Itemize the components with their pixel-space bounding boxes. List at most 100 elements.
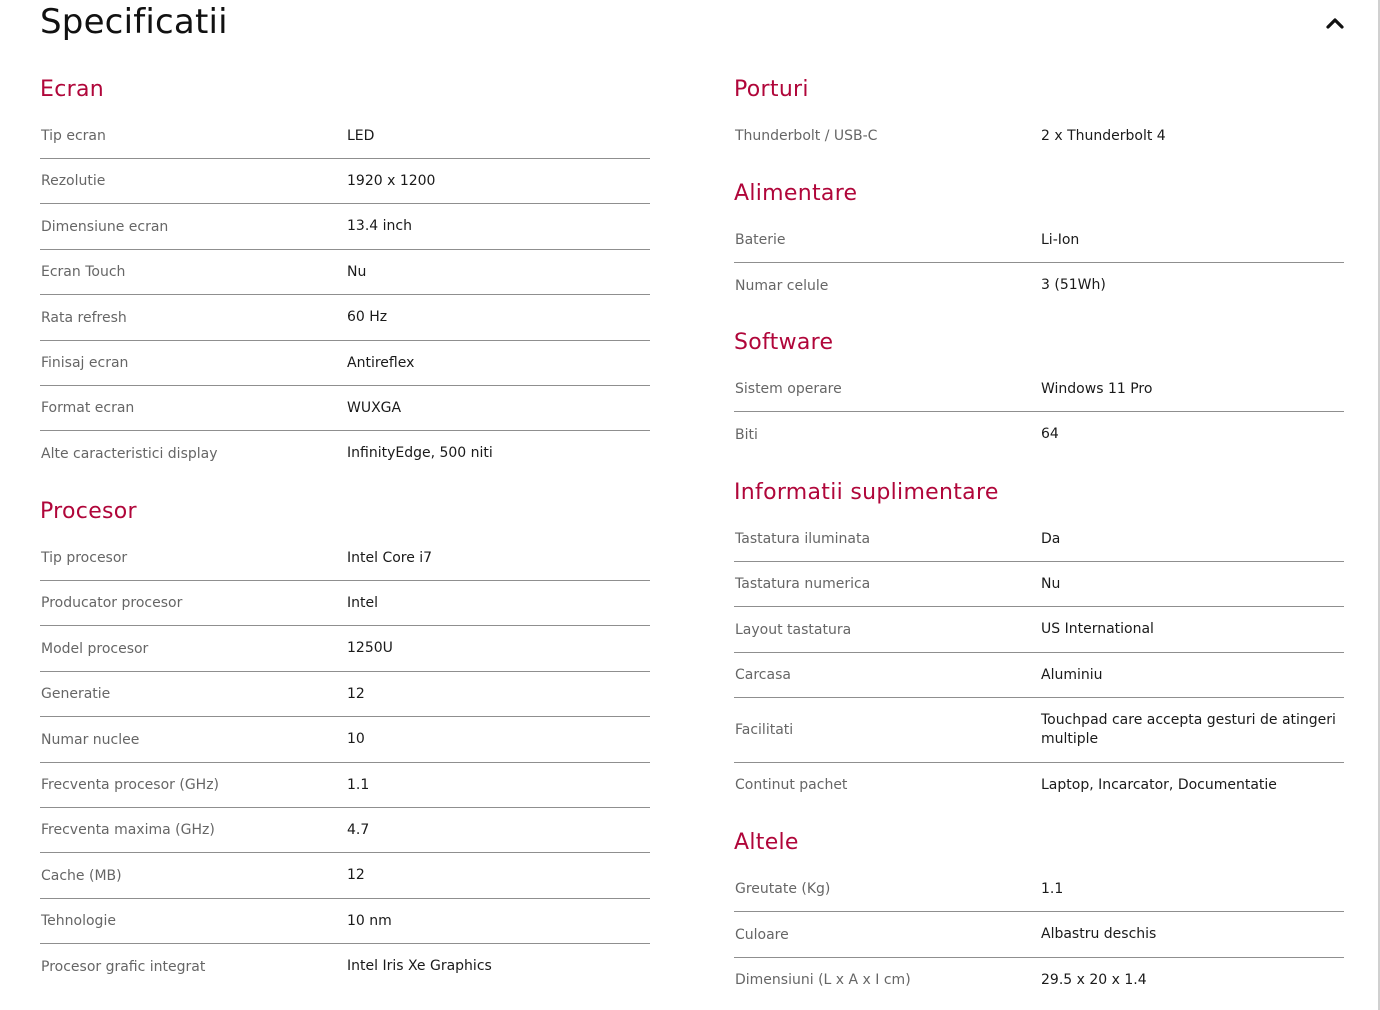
spec-label: Biti bbox=[735, 426, 758, 443]
spec-value: 12 bbox=[347, 867, 365, 883]
spec-label: Frecventa maxima (GHz) bbox=[41, 822, 215, 838]
spec-value: Nu bbox=[1041, 575, 1061, 592]
spec-row: Sistem operare Windows 11 Pro bbox=[734, 367, 1344, 412]
spec-row: Procesor grafic integrat Intel Iris Xe G… bbox=[40, 944, 650, 989]
page-title: Specificatii bbox=[40, 2, 228, 42]
spec-label: Sistem operare bbox=[735, 381, 842, 397]
spec-row: Model procesor 1250U bbox=[40, 626, 650, 672]
spec-label: Rezolutie bbox=[41, 173, 106, 189]
spec-label: Model procesor bbox=[41, 640, 149, 657]
spec-value: Laptop, Incarcator, Documentatie bbox=[1041, 776, 1277, 793]
spec-value: 10 bbox=[347, 731, 365, 747]
spec-value: 1.1 bbox=[1041, 880, 1064, 897]
spec-value: 29.5 x 20 x 1.4 bbox=[1041, 971, 1147, 988]
spec-row: Frecventa procesor (GHz) 1.1 bbox=[40, 763, 650, 808]
spec-value: LED bbox=[347, 127, 375, 144]
spec-label: Layout tastatura bbox=[735, 621, 852, 638]
spec-label: Greutate (Kg) bbox=[735, 881, 831, 897]
spec-value: 13.4 inch bbox=[347, 218, 412, 234]
spec-label: Tastatura numerica bbox=[735, 576, 871, 592]
spec-label: Facilitati bbox=[735, 722, 794, 738]
collapse-button[interactable] bbox=[1324, 12, 1346, 34]
spec-value: 12 bbox=[347, 685, 365, 702]
spec-value: Antireflex bbox=[347, 354, 415, 371]
spec-row: Biti 64 bbox=[734, 412, 1344, 457]
spec-label: Generatie bbox=[41, 686, 111, 702]
spec-label: Frecventa procesor (GHz) bbox=[41, 777, 220, 793]
spec-label: Tip ecran bbox=[41, 128, 106, 144]
spec-label: Carcasa bbox=[735, 667, 791, 683]
spec-value: 2 x Thunderbolt 4 bbox=[1041, 127, 1166, 144]
spec-label: Producator procesor bbox=[41, 595, 183, 611]
spec-label: Format ecran bbox=[41, 400, 135, 416]
spec-row: Frecventa maxima (GHz) 4.7 bbox=[40, 808, 650, 853]
spec-label: Dimensiune ecran bbox=[41, 218, 169, 235]
spec-row: Numar nuclee 10 bbox=[40, 717, 650, 763]
specs-header: Specificatii bbox=[40, 0, 1346, 50]
spec-value: 1.1 bbox=[347, 776, 370, 793]
section-title-informatii: Informatii suplimentare bbox=[734, 480, 999, 505]
spec-value: Intel bbox=[347, 594, 378, 611]
spec-label: Thunderbolt / USB-C bbox=[735, 128, 878, 144]
spec-value: Da bbox=[1041, 530, 1061, 547]
spec-label: Numar celule bbox=[735, 277, 829, 294]
spec-label: Finisaj ecran bbox=[41, 355, 129, 371]
spec-value: 4.7 bbox=[347, 821, 370, 838]
spec-value: 1920 x 1200 bbox=[347, 172, 436, 189]
spec-value: Nu bbox=[347, 263, 367, 280]
spec-label: Procesor grafic integrat bbox=[41, 958, 206, 975]
spec-row: Layout tastatura US International bbox=[734, 607, 1344, 653]
spec-row: Tip ecran LED bbox=[40, 114, 650, 159]
spec-label: Alte caracteristici display bbox=[41, 445, 218, 462]
spec-label: Cache (MB) bbox=[41, 867, 122, 884]
spec-row: Facilitati Touchpad care accepta gesturi… bbox=[734, 698, 1344, 763]
spec-row: Format ecran WUXGA bbox=[40, 386, 650, 431]
spec-row: Tip procesor Intel Core i7 bbox=[40, 536, 650, 581]
spec-row: Cache (MB) 12 bbox=[40, 853, 650, 899]
spec-value: Albastru deschis bbox=[1041, 926, 1157, 942]
spec-label: Rata refresh bbox=[41, 309, 127, 326]
spec-value: 64 bbox=[1041, 426, 1059, 442]
spec-row: Thunderbolt / USB-C 2 x Thunderbolt 4 bbox=[734, 114, 1344, 158]
section-title-procesor: Procesor bbox=[40, 499, 137, 524]
spec-label: Dimensiuni (L x A x I cm) bbox=[735, 972, 911, 988]
chevron-up-icon bbox=[1326, 18, 1344, 29]
spec-label: Baterie bbox=[735, 232, 786, 248]
spec-value: Intel Iris Xe Graphics bbox=[347, 958, 492, 974]
spec-label: Culoare bbox=[735, 926, 789, 943]
spec-row: Finisaj ecran Antireflex bbox=[40, 341, 650, 386]
spec-label: Tastatura iluminata bbox=[735, 531, 871, 547]
spec-value: Aluminiu bbox=[1041, 666, 1103, 683]
section-title-porturi: Porturi bbox=[734, 77, 809, 102]
section-title-ecran: Ecran bbox=[40, 77, 104, 102]
spec-label: Continut pachet bbox=[735, 777, 848, 793]
spec-row: Tastatura iluminata Da bbox=[734, 517, 1344, 562]
spec-row: Greutate (Kg) 1.1 bbox=[734, 867, 1344, 912]
spec-row: Carcasa Aluminiu bbox=[734, 653, 1344, 698]
spec-label: Tip procesor bbox=[41, 550, 128, 566]
spec-label: Numar nuclee bbox=[41, 731, 140, 748]
spec-label: Ecran Touch bbox=[41, 264, 126, 280]
spec-row: Rata refresh 60 Hz bbox=[40, 295, 650, 341]
spec-row: Alte caracteristici display InfinityEdge… bbox=[40, 431, 650, 476]
section-title-altele: Altele bbox=[734, 830, 799, 855]
spec-value: WUXGA bbox=[347, 399, 402, 416]
spec-row: Ecran Touch Nu bbox=[40, 250, 650, 295]
spec-row: Producator procesor Intel bbox=[40, 581, 650, 626]
spec-row: Rezolutie 1920 x 1200 bbox=[40, 159, 650, 204]
spec-value: InfinityEdge, 500 niti bbox=[347, 445, 493, 461]
spec-value: US International bbox=[1041, 621, 1154, 637]
spec-value: Li-Ion bbox=[1041, 231, 1080, 248]
spec-value: 10 nm bbox=[347, 912, 392, 929]
section-title-alimentare: Alimentare bbox=[734, 181, 858, 206]
spec-row: Tehnologie 10 nm bbox=[40, 899, 650, 944]
spec-row: Dimensiune ecran 13.4 inch bbox=[40, 204, 650, 250]
spec-row: Dimensiuni (L x A x I cm) 29.5 x 20 x 1.… bbox=[734, 958, 1344, 1002]
spec-value: Windows 11 Pro bbox=[1041, 380, 1153, 397]
spec-row: Tastatura numerica Nu bbox=[734, 562, 1344, 607]
spec-value: 3 (51Wh) bbox=[1041, 277, 1106, 293]
spec-value: 1250U bbox=[347, 640, 393, 656]
spec-row: Continut pachet Laptop, Incarcator, Docu… bbox=[734, 763, 1344, 807]
spec-row: Culoare Albastru deschis bbox=[734, 912, 1344, 958]
spec-value: Touchpad care accepta gesturi de atinger… bbox=[1041, 712, 1336, 747]
